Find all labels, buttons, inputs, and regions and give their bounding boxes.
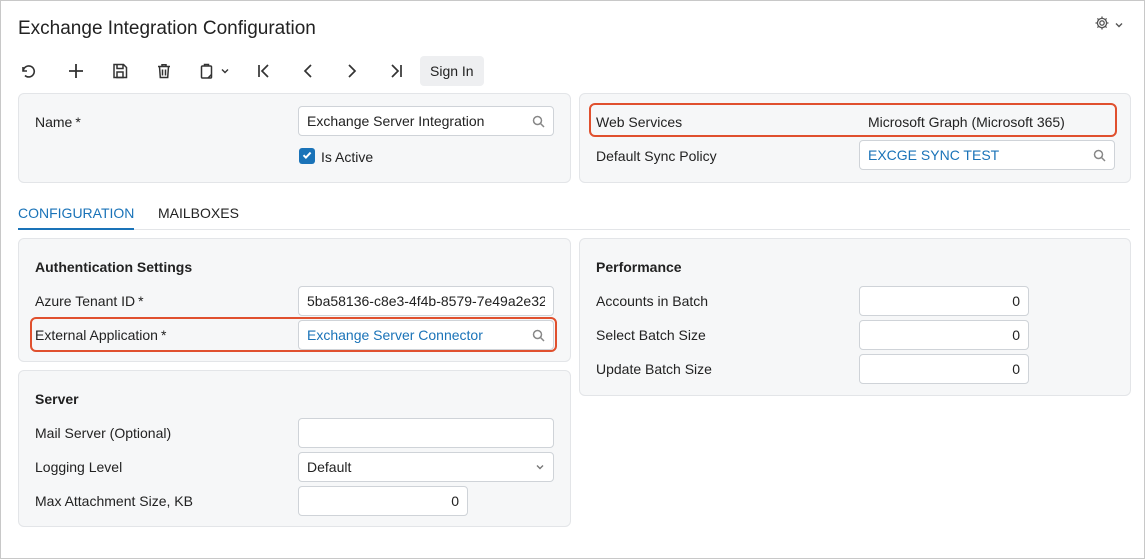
add-button[interactable] bbox=[54, 56, 98, 86]
update-batch-size-field[interactable]: 0 bbox=[859, 354, 1029, 384]
window-frame: Exchange Integration Configuration Sign … bbox=[0, 0, 1145, 559]
last-record-icon bbox=[387, 62, 405, 80]
summary-right-panel: Web Services Microsoft Graph (Microsoft … bbox=[579, 93, 1131, 183]
name-field[interactable]: Exchange Server Integration bbox=[298, 106, 554, 136]
copy-paste-icon bbox=[198, 62, 216, 80]
next-record-icon bbox=[343, 62, 361, 80]
toolbar: Sign In bbox=[18, 56, 484, 86]
web-services-value: Microsoft Graph (Microsoft 365) bbox=[868, 114, 1065, 130]
add-icon bbox=[67, 62, 85, 80]
mail-server-label: Mail Server (Optional) bbox=[35, 425, 172, 441]
search-icon[interactable] bbox=[532, 329, 545, 342]
logging-level-label: Logging Level bbox=[35, 459, 123, 475]
search-icon[interactable] bbox=[1093, 149, 1106, 162]
sign-in-button[interactable]: Sign In bbox=[420, 56, 484, 86]
accounts-in-batch-label: Accounts in Batch bbox=[596, 293, 709, 309]
default-sync-policy-label: Default Sync Policy bbox=[596, 148, 717, 164]
next-record-button[interactable] bbox=[330, 56, 374, 86]
logging-level-select[interactable]: Default bbox=[298, 452, 554, 482]
web-services-label: Web Services bbox=[596, 114, 683, 130]
last-record-button[interactable] bbox=[374, 56, 418, 86]
previous-record-button[interactable] bbox=[286, 56, 330, 86]
is-active-label: Is Active bbox=[321, 149, 374, 165]
logging-level-value: Default bbox=[307, 459, 352, 475]
azure-tenant-id-field[interactable]: 5ba58136-c8e3-4f4b-8579-7e49a2e32 bbox=[298, 286, 554, 316]
mail-server-field[interactable] bbox=[298, 418, 554, 448]
azure-tenant-id-label: Azure Tenant ID * bbox=[35, 293, 144, 309]
tab-configuration[interactable]: CONFIGURATION bbox=[18, 205, 135, 230]
authentication-settings-panel: Authentication Settings Azure Tenant ID *… bbox=[18, 238, 571, 362]
undo-icon bbox=[18, 62, 36, 80]
name-label: Name * bbox=[35, 114, 81, 130]
settings-gear-icon bbox=[1094, 15, 1110, 34]
name-label-text: Name bbox=[35, 114, 73, 130]
tab-mailboxes[interactable]: MAILBOXES bbox=[158, 205, 239, 228]
delete-button[interactable] bbox=[142, 56, 186, 86]
delete-icon bbox=[155, 62, 173, 80]
previous-record-icon bbox=[299, 62, 317, 80]
update-batch-size-label: Update Batch Size bbox=[596, 361, 712, 377]
server-title: Server bbox=[35, 391, 79, 407]
azure-tenant-id-value: 5ba58136-c8e3-4f4b-8579-7e49a2e32 bbox=[307, 293, 545, 309]
select-batch-size-value: 0 bbox=[1012, 327, 1020, 343]
required-mark: * bbox=[160, 327, 167, 343]
copy-paste-button[interactable] bbox=[186, 56, 242, 86]
page-title: Exchange Integration Configuration bbox=[18, 18, 316, 39]
undo-button[interactable] bbox=[18, 56, 54, 86]
chevron-down-icon bbox=[220, 66, 230, 76]
external-application-value[interactable]: Exchange Server Connector bbox=[307, 327, 526, 343]
accounts-in-batch-value: 0 bbox=[1012, 293, 1020, 309]
azure-tenant-id-label-text: Azure Tenant ID bbox=[35, 293, 136, 309]
default-sync-policy-value[interactable]: EXCGE SYNC TEST bbox=[868, 147, 1087, 163]
max-attachment-size-value: 0 bbox=[451, 493, 459, 509]
save-button[interactable] bbox=[98, 56, 142, 86]
required-mark: * bbox=[75, 114, 81, 130]
server-panel: Server Mail Server (Optional) Logging Le… bbox=[18, 370, 571, 527]
is-active-checkbox[interactable] bbox=[299, 148, 315, 164]
summary-left-panel: Name * Exchange Server Integration Is Act… bbox=[18, 93, 571, 183]
required-mark: * bbox=[138, 293, 144, 309]
external-application-label-text: External Application bbox=[35, 327, 158, 343]
external-application-label: External Application * bbox=[35, 327, 166, 343]
chevron-down-icon bbox=[535, 462, 545, 472]
performance-title: Performance bbox=[596, 259, 682, 275]
settings-menu-button[interactable] bbox=[1094, 15, 1124, 34]
first-record-button[interactable] bbox=[242, 56, 286, 86]
max-attachment-size-label: Max Attachment Size, KB bbox=[35, 493, 193, 509]
update-batch-size-value: 0 bbox=[1012, 361, 1020, 377]
checkmark-icon bbox=[301, 148, 313, 164]
chevron-down-icon bbox=[1114, 17, 1124, 33]
authentication-settings-title: Authentication Settings bbox=[35, 259, 193, 275]
first-record-icon bbox=[255, 62, 273, 80]
select-batch-size-field[interactable]: 0 bbox=[859, 320, 1029, 350]
external-application-field[interactable]: Exchange Server Connector bbox=[298, 320, 554, 350]
select-batch-size-label: Select Batch Size bbox=[596, 327, 706, 343]
accounts-in-batch-field[interactable]: 0 bbox=[859, 286, 1029, 316]
max-attachment-size-field[interactable]: 0 bbox=[298, 486, 468, 516]
save-icon bbox=[111, 62, 129, 80]
search-icon[interactable] bbox=[532, 115, 545, 128]
default-sync-policy-field[interactable]: EXCGE SYNC TEST bbox=[859, 140, 1115, 170]
performance-panel: Performance Accounts in Batch 0 Select B… bbox=[579, 238, 1131, 396]
tab-bar: CONFIGURATION MAILBOXES bbox=[18, 197, 1130, 230]
name-value: Exchange Server Integration bbox=[307, 113, 485, 129]
